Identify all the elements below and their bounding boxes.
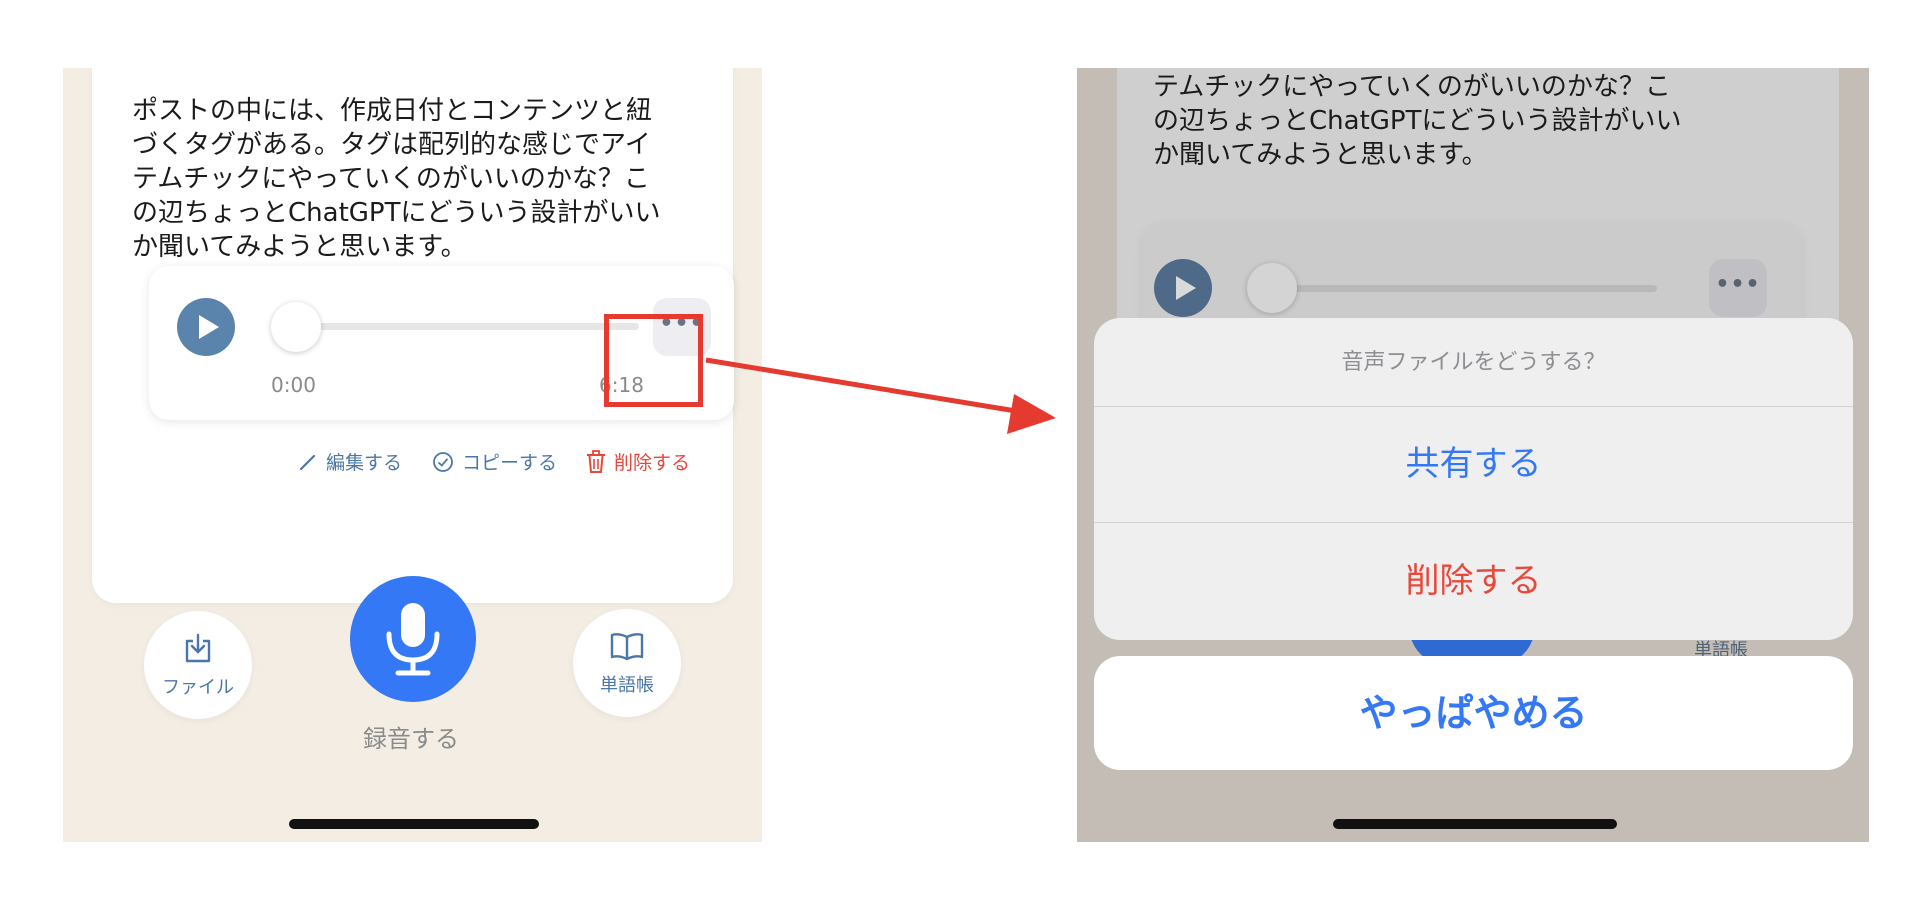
pencil-icon xyxy=(299,454,316,470)
play-icon xyxy=(199,315,219,339)
edit-button[interactable]: 編集する xyxy=(298,448,402,475)
seek-track[interactable] xyxy=(279,323,639,330)
edit-label: 編集する xyxy=(326,452,403,474)
play-button[interactable] xyxy=(177,298,235,356)
cancel-button[interactable]: やっぱやめる xyxy=(1094,656,1853,770)
more-options-dimmed: ••• xyxy=(1709,259,1767,317)
play-icon xyxy=(1176,276,1196,300)
play-button-dimmed xyxy=(1154,259,1212,317)
record-label: 録音する xyxy=(363,725,459,753)
seek-track-dimmed xyxy=(1257,285,1657,292)
action-sheet-title: 音声ファイルをどうする？ xyxy=(1094,318,1853,407)
share-option[interactable]: 共有する xyxy=(1094,406,1853,523)
seek-knob[interactable] xyxy=(271,302,321,352)
delete-option[interactable]: 削除する xyxy=(1094,523,1853,640)
action-sheet: 音声ファイルをどうする？ 共有する 削除する xyxy=(1094,318,1853,640)
ellipsis-icon: ••• xyxy=(1715,272,1761,297)
post-body-text: ポストの中には、作成日付とコンテンツと紐 づくタグがある。タグは配列的な感じでア… xyxy=(132,96,661,262)
post-body-text-dimmed: テムチックにやっていくのがいいのかな？こ の辺ちょっとChatGPTにどういう設… xyxy=(1153,72,1682,170)
book-icon xyxy=(610,633,644,661)
home-indicator xyxy=(1333,819,1617,829)
copy-button[interactable]: コピーする xyxy=(432,448,557,475)
left-phone-screen: ポストの中には、作成日付とコンテンツと紐 づくタグがある。タグは配列的な感じでア… xyxy=(63,68,762,842)
delete-button[interactable]: 削除する xyxy=(586,448,690,475)
download-tray-icon xyxy=(185,633,211,663)
record-button[interactable] xyxy=(350,576,476,702)
vocabulary-button[interactable]: 単語帳 xyxy=(573,609,681,717)
vocabulary-label: 単語帳 xyxy=(600,675,654,696)
annotation-highlight-box xyxy=(604,314,703,407)
file-button[interactable]: ファイル xyxy=(144,611,252,719)
time-start: 0:00 xyxy=(271,373,316,397)
file-label: ファイル xyxy=(162,677,234,698)
annotation-arrow xyxy=(705,357,1056,434)
home-indicator xyxy=(289,819,539,829)
delete-label: 削除する xyxy=(614,452,691,474)
check-circle-icon xyxy=(433,451,453,472)
seek-knob-dimmed xyxy=(1247,263,1297,313)
microphone-icon xyxy=(386,603,440,676)
trash-icon xyxy=(587,449,605,473)
right-phone-screen: テムチックにやっていくのがいいのかな？こ の辺ちょっとChatGPTにどういう設… xyxy=(1077,68,1869,842)
copy-label: コピーする xyxy=(462,452,558,474)
